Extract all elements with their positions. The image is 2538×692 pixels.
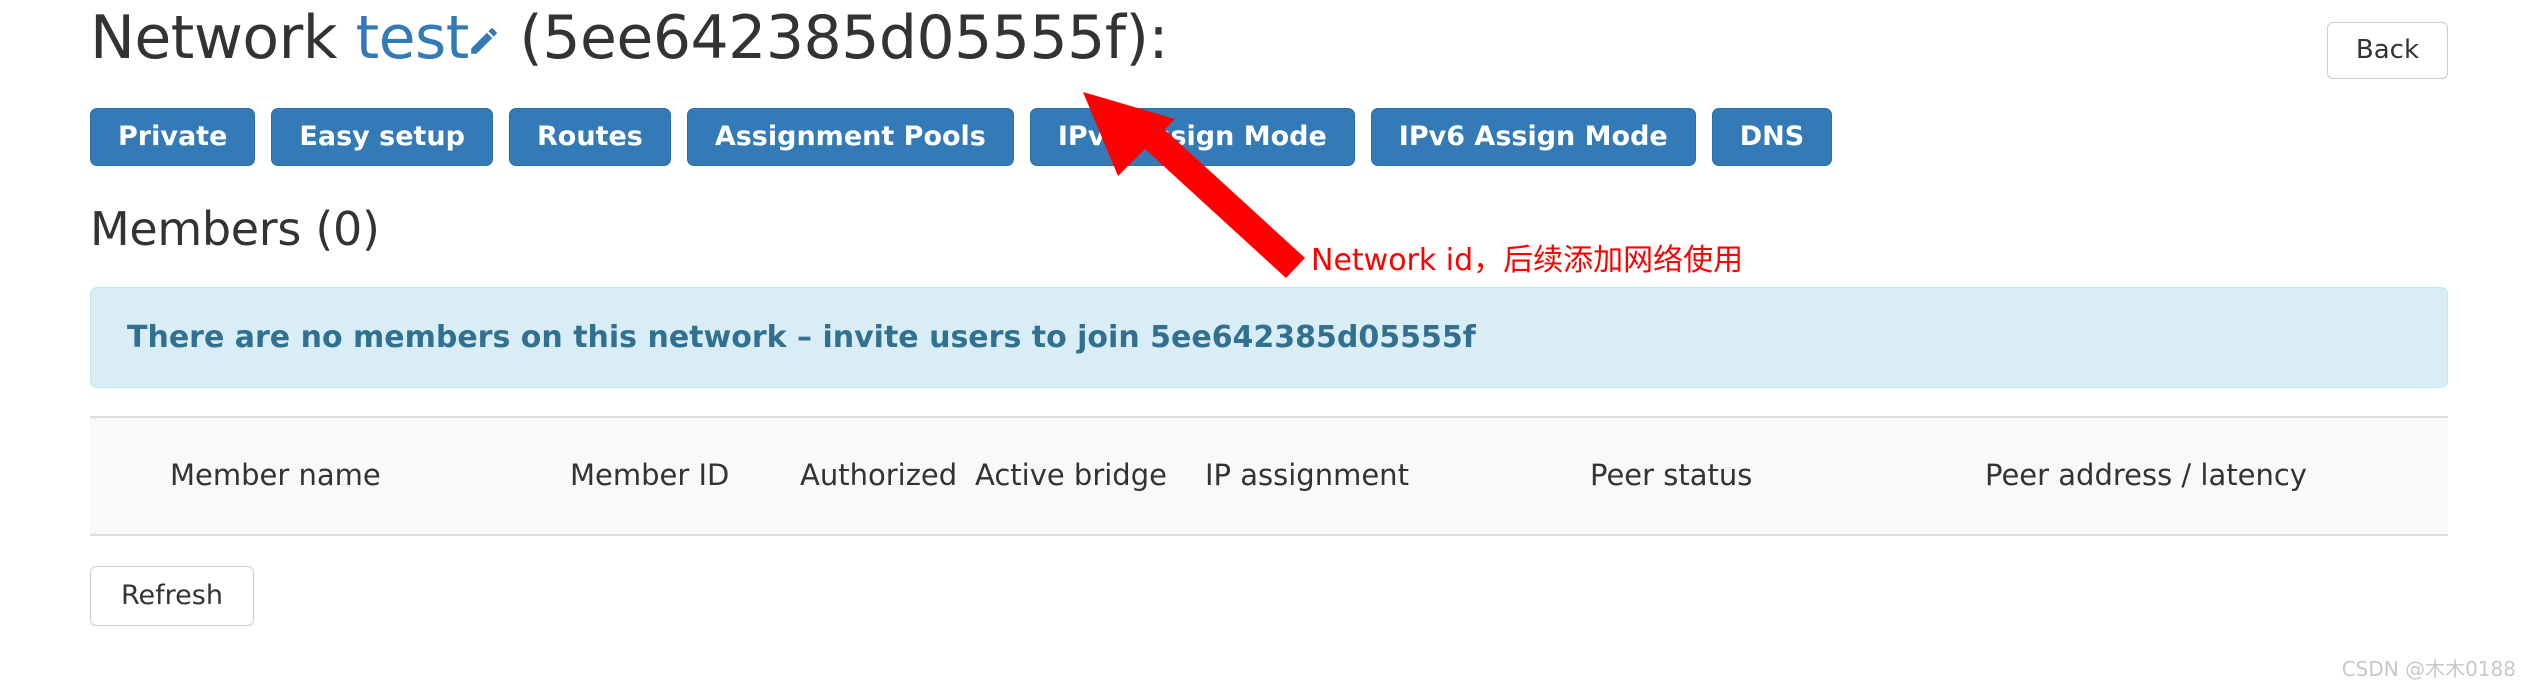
table-header-row: Member name Member ID Authorized Active … — [90, 415, 2448, 536]
network-id-text: (5ee642385d05555f): — [519, 3, 1169, 73]
column-header-member-id: Member ID — [560, 415, 790, 536]
refresh-button[interactable]: Refresh — [90, 565, 254, 626]
column-header-authorized: Authorized — [790, 415, 965, 536]
members-table-header: Member name Member ID Authorized Active … — [90, 415, 2448, 536]
back-button[interactable]: Back — [2326, 22, 2448, 80]
tab-routes[interactable]: Routes — [508, 108, 671, 166]
column-header-peer-address-latency: Peer address / latency — [1975, 415, 2448, 536]
no-members-alert: There are no members on this network – i… — [90, 286, 2448, 388]
pencil-icon[interactable] — [467, 24, 501, 58]
page-title-prefix: Network — [90, 3, 338, 73]
page-title: Network test (5ee642385d05555f): — [90, 8, 2448, 68]
tab-assignment-pools[interactable]: Assignment Pools — [686, 108, 1014, 166]
members-heading: Members (0) — [90, 202, 380, 256]
tab-dns[interactable]: DNS — [1711, 108, 1833, 166]
network-name-link[interactable]: test — [356, 3, 470, 73]
page-header: Network test (5ee642385d05555f): Back — [90, 0, 2448, 100]
members-table: Member name Member ID Authorized Active … — [90, 415, 2448, 536]
tab-private[interactable]: Private — [90, 108, 256, 166]
network-settings-tabs: Private Easy setup Routes Assignment Poo… — [90, 108, 2448, 166]
tab-easy-setup[interactable]: Easy setup — [271, 108, 493, 166]
column-header-member-name: Member name — [90, 415, 560, 536]
column-header-active-bridge: Active bridge — [965, 415, 1195, 536]
tab-ipv4-assign-mode[interactable]: IPv4 Assign Mode — [1029, 108, 1355, 166]
network-detail-page: Network test (5ee642385d05555f): Back Pr… — [0, 0, 2538, 692]
tab-ipv6-assign-mode[interactable]: IPv6 Assign Mode — [1370, 108, 1696, 166]
column-header-ip-assignment: IP assignment — [1195, 415, 1580, 536]
column-header-peer-status: Peer status — [1580, 415, 1975, 536]
